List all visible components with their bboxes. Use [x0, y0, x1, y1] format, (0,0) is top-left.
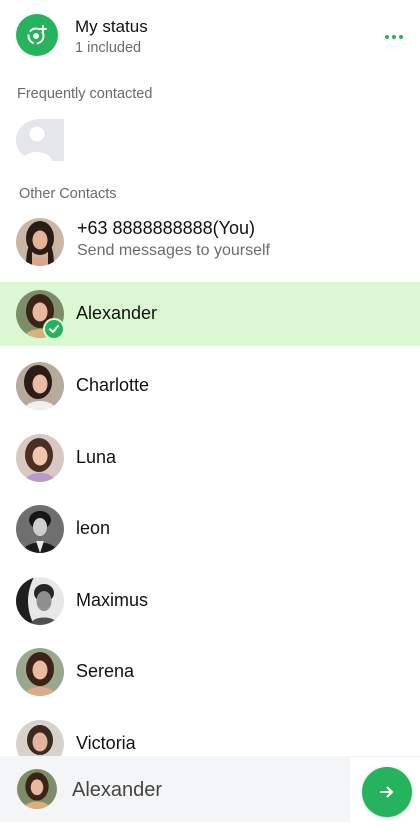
avatar	[16, 218, 64, 266]
status-ring-icon	[16, 14, 58, 56]
contact-name: Luna	[76, 447, 117, 467]
contact-name: Alexander	[76, 303, 158, 323]
contact-name: Victoria	[76, 733, 136, 753]
contact-row-leon[interactable]: leon	[0, 497, 420, 561]
contact-name: leon	[76, 518, 111, 538]
contact-name: Charlotte	[76, 375, 150, 395]
avatar	[16, 505, 64, 553]
status-subtitle: 1 included	[75, 40, 142, 56]
avatar	[16, 648, 64, 696]
self-contact-name: +63 8888888888(You)	[77, 218, 256, 238]
section-label-frequent: Frequently contacted	[17, 86, 153, 102]
selected-avatar[interactable]	[17, 769, 57, 809]
avatar	[16, 434, 64, 482]
avatar	[16, 577, 64, 625]
selected-contact-name: Alexander	[72, 779, 163, 801]
default-avatar-icon[interactable]	[16, 119, 64, 161]
contact-row-alexander[interactable]: Alexander	[0, 282, 420, 346]
my-status-row[interactable]: My status 1 included	[0, 0, 420, 72]
avatar	[16, 362, 64, 410]
contact-row-luna[interactable]: Luna	[0, 426, 420, 490]
contact-name: Maximus	[76, 590, 149, 610]
arrow-right-icon	[380, 786, 393, 798]
selected-check-icon	[43, 318, 65, 340]
send-button[interactable]	[362, 767, 412, 817]
status-title: My status	[75, 17, 148, 36]
contact-row-charlotte[interactable]: Charlotte	[0, 354, 420, 418]
contact-row-serena[interactable]: Serena	[0, 640, 420, 704]
contact-name: Serena	[76, 661, 135, 681]
contact-row-self[interactable]: +63 8888888888(You) Send messages to you…	[0, 210, 420, 274]
more-horizontal-icon[interactable]	[382, 30, 406, 44]
contact-row-maximus[interactable]: Maximus	[0, 569, 420, 633]
self-contact-subtitle: Send messages to yourself	[77, 242, 270, 259]
section-label-other: Other Contacts	[19, 186, 117, 202]
